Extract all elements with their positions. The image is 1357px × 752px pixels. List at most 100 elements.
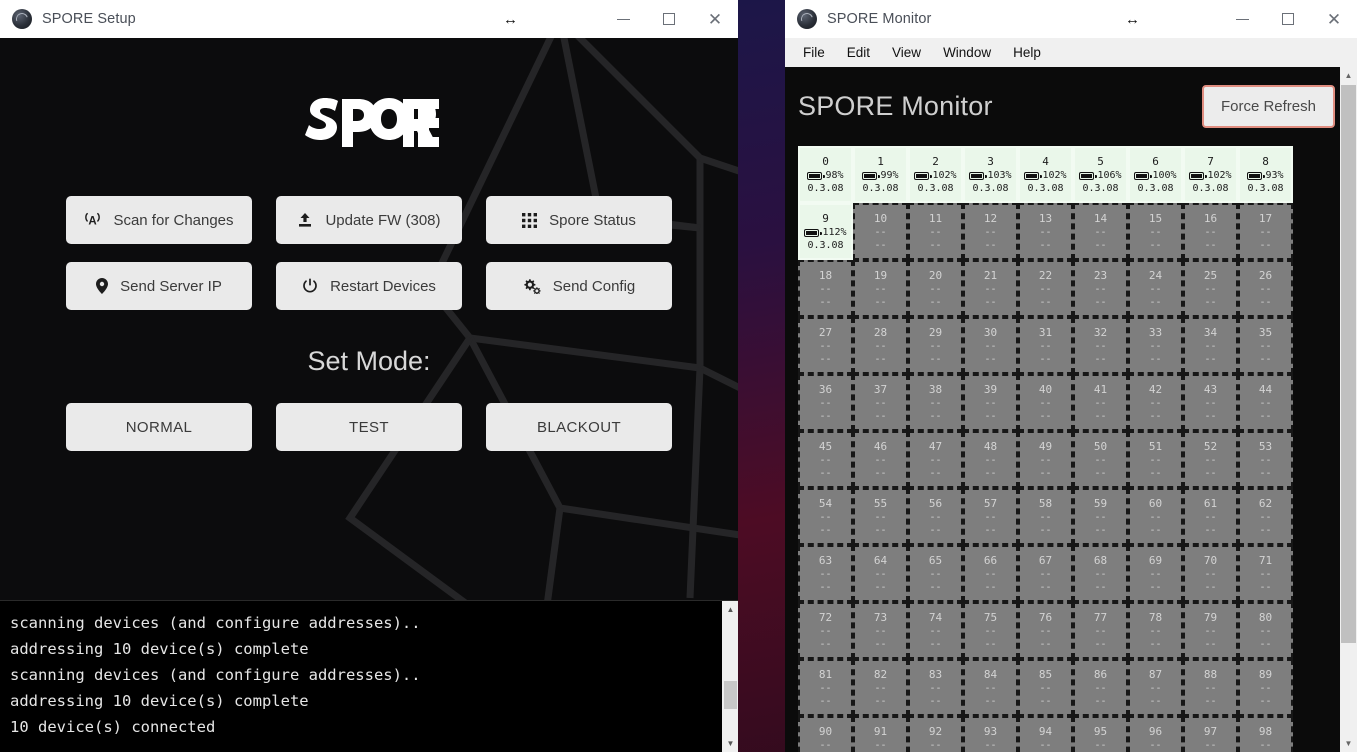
- monitor-scroll-thumb[interactable]: [1341, 85, 1356, 643]
- device-cell[interactable]: 76 -- --: [1018, 602, 1073, 659]
- device-cell[interactable]: 41 -- --: [1073, 374, 1128, 431]
- device-cell[interactable]: 9 112% 0.3.08: [798, 203, 853, 260]
- device-cell[interactable]: 70 -- --: [1183, 545, 1238, 602]
- device-cell[interactable]: 2 102% 0.3.08: [908, 146, 963, 203]
- device-cell[interactable]: 65 -- --: [908, 545, 963, 602]
- device-cell[interactable]: 19 -- --: [853, 260, 908, 317]
- monitor-scrollbar[interactable]: ▲ ▼: [1340, 67, 1357, 752]
- device-cell[interactable]: 85 -- --: [1018, 659, 1073, 716]
- device-cell[interactable]: 86 -- --: [1073, 659, 1128, 716]
- device-cell[interactable]: 8 93% 0.3.08: [1238, 146, 1293, 203]
- device-cell[interactable]: 73 -- --: [853, 602, 908, 659]
- menu-item-window[interactable]: Window: [933, 41, 1001, 64]
- device-cell[interactable]: 46 -- --: [853, 431, 908, 488]
- device-cell[interactable]: 36 -- --: [798, 374, 853, 431]
- device-cell[interactable]: 67 -- --: [1018, 545, 1073, 602]
- console-scroll-thumb[interactable]: [724, 681, 737, 709]
- device-cell[interactable]: 74 -- --: [908, 602, 963, 659]
- device-cell[interactable]: 32 -- --: [1073, 317, 1128, 374]
- device-cell[interactable]: 97----: [1183, 716, 1238, 752]
- device-cell[interactable]: 15 -- --: [1128, 203, 1183, 260]
- device-cell[interactable]: 93----: [963, 716, 1018, 752]
- device-cell[interactable]: 35 -- --: [1238, 317, 1293, 374]
- console-scrollbar[interactable]: ▲ ▼: [721, 601, 738, 752]
- device-cell[interactable]: 79 -- --: [1183, 602, 1238, 659]
- device-cell[interactable]: 84 -- --: [963, 659, 1018, 716]
- device-cell[interactable]: 55 -- --: [853, 488, 908, 545]
- device-cell[interactable]: 34 -- --: [1183, 317, 1238, 374]
- device-cell[interactable]: 11 -- --: [908, 203, 963, 260]
- device-cell[interactable]: 5 106% 0.3.08: [1073, 146, 1128, 203]
- device-cell[interactable]: 23 -- --: [1073, 260, 1128, 317]
- device-cell[interactable]: 22 -- --: [1018, 260, 1073, 317]
- device-cell[interactable]: 56 -- --: [908, 488, 963, 545]
- scan-for-changes-button[interactable]: A Scan for Changes: [66, 196, 252, 244]
- device-cell[interactable]: 4 102% 0.3.08: [1018, 146, 1073, 203]
- device-cell[interactable]: 24 -- --: [1128, 260, 1183, 317]
- device-cell[interactable]: 63 -- --: [798, 545, 853, 602]
- update-fw-button[interactable]: Update FW (308): [276, 196, 462, 244]
- device-cell[interactable]: 1 99% 0.3.08: [853, 146, 908, 203]
- device-cell[interactable]: 87 -- --: [1128, 659, 1183, 716]
- device-cell[interactable]: 38 -- --: [908, 374, 963, 431]
- device-cell[interactable]: 60 -- --: [1128, 488, 1183, 545]
- device-cell[interactable]: 49 -- --: [1018, 431, 1073, 488]
- device-cell[interactable]: 26 -- --: [1238, 260, 1293, 317]
- device-cell[interactable]: 81 -- --: [798, 659, 853, 716]
- device-cell[interactable]: 20 -- --: [908, 260, 963, 317]
- device-cell[interactable]: 64 -- --: [853, 545, 908, 602]
- device-cell[interactable]: 59 -- --: [1073, 488, 1128, 545]
- device-cell[interactable]: 77 -- --: [1073, 602, 1128, 659]
- device-cell[interactable]: 82 -- --: [853, 659, 908, 716]
- send-config-button[interactable]: Send Config: [486, 262, 672, 310]
- device-cell[interactable]: 98----: [1238, 716, 1293, 752]
- menu-item-edit[interactable]: Edit: [837, 41, 880, 64]
- console-scroll-down-icon[interactable]: ▼: [722, 735, 738, 752]
- device-cell[interactable]: 45 -- --: [798, 431, 853, 488]
- device-cell[interactable]: 72 -- --: [798, 602, 853, 659]
- device-cell[interactable]: 3 103% 0.3.08: [963, 146, 1018, 203]
- device-cell[interactable]: 10 -- --: [853, 203, 908, 260]
- device-cell[interactable]: 75 -- --: [963, 602, 1018, 659]
- device-cell[interactable]: 13 -- --: [1018, 203, 1073, 260]
- device-cell[interactable]: 39 -- --: [963, 374, 1018, 431]
- device-cell[interactable]: 28 -- --: [853, 317, 908, 374]
- device-cell[interactable]: 96----: [1128, 716, 1183, 752]
- device-cell[interactable]: 51 -- --: [1128, 431, 1183, 488]
- mode-normal-button[interactable]: NORMAL: [66, 403, 252, 451]
- maximize-button[interactable]: [646, 0, 692, 38]
- device-cell[interactable]: 54 -- --: [798, 488, 853, 545]
- device-cell[interactable]: 94----: [1018, 716, 1073, 752]
- device-cell[interactable]: 88 -- --: [1183, 659, 1238, 716]
- device-cell[interactable]: 18 -- --: [798, 260, 853, 317]
- device-cell[interactable]: 7 102% 0.3.08: [1183, 146, 1238, 203]
- restart-devices-button[interactable]: Restart Devices: [276, 262, 462, 310]
- device-cell[interactable]: 78 -- --: [1128, 602, 1183, 659]
- device-cell[interactable]: 31 -- --: [1018, 317, 1073, 374]
- device-cell[interactable]: 48 -- --: [963, 431, 1018, 488]
- device-cell[interactable]: 50 -- --: [1073, 431, 1128, 488]
- device-cell[interactable]: 33 -- --: [1128, 317, 1183, 374]
- device-cell[interactable]: 16 -- --: [1183, 203, 1238, 260]
- device-cell[interactable]: 95----: [1073, 716, 1128, 752]
- setup-titlebar[interactable]: SPORE Setup ↔ ✕: [0, 0, 738, 38]
- mode-test-button[interactable]: TEST: [276, 403, 462, 451]
- console-scroll-up-icon[interactable]: ▲: [722, 601, 738, 618]
- device-cell[interactable]: 71 -- --: [1238, 545, 1293, 602]
- menu-item-file[interactable]: File: [793, 41, 835, 64]
- device-cell[interactable]: 91----: [853, 716, 908, 752]
- maximize-button[interactable]: [1265, 0, 1311, 38]
- close-button[interactable]: ✕: [692, 0, 738, 38]
- device-cell[interactable]: 30 -- --: [963, 317, 1018, 374]
- monitor-scroll-down-icon[interactable]: ▼: [1340, 735, 1357, 752]
- device-cell[interactable]: 62 -- --: [1238, 488, 1293, 545]
- device-cell[interactable]: 14 -- --: [1073, 203, 1128, 260]
- send-server-ip-button[interactable]: Send Server IP: [66, 262, 252, 310]
- mode-blackout-button[interactable]: BLACKOUT: [486, 403, 672, 451]
- device-cell[interactable]: 66 -- --: [963, 545, 1018, 602]
- device-cell[interactable]: 0 98% 0.3.08: [798, 146, 853, 203]
- device-cell[interactable]: 89 -- --: [1238, 659, 1293, 716]
- device-cell[interactable]: 21 -- --: [963, 260, 1018, 317]
- device-cell[interactable]: 27 -- --: [798, 317, 853, 374]
- monitor-scroll-up-icon[interactable]: ▲: [1340, 67, 1357, 84]
